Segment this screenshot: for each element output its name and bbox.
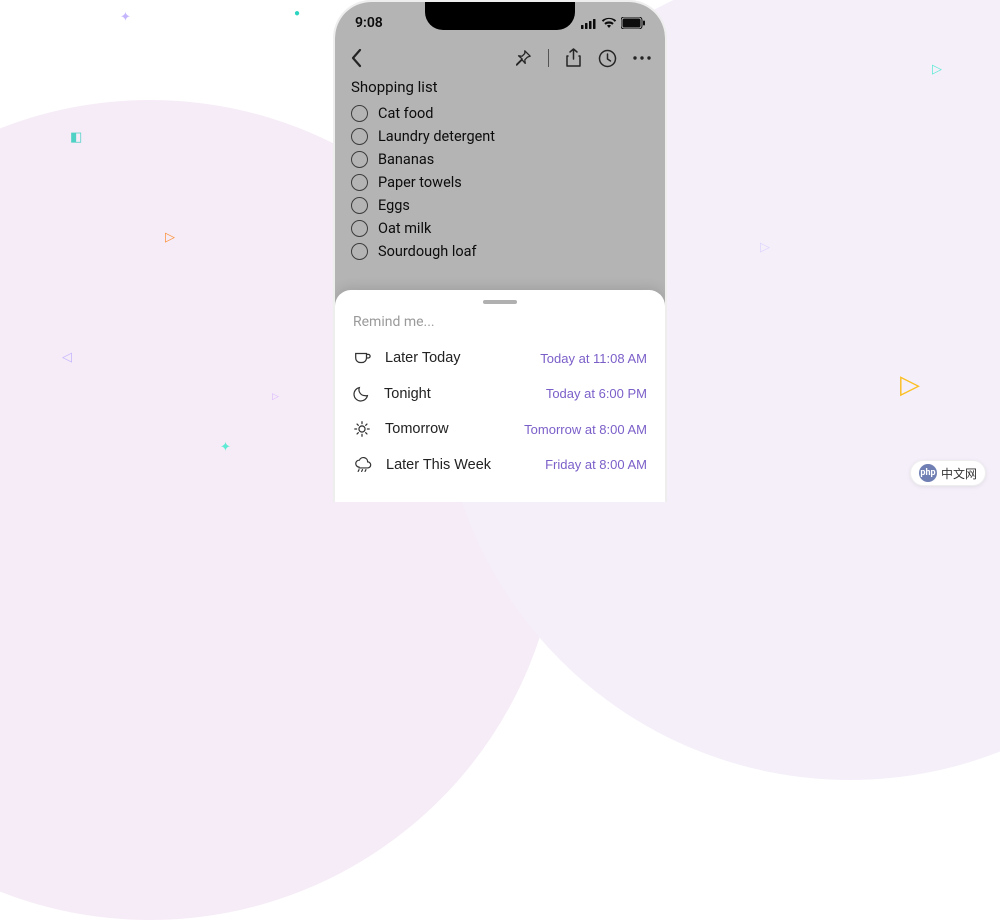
nav-divider <box>548 49 549 67</box>
sheet-grabber[interactable] <box>483 300 517 304</box>
checklist-item-label: Laundry detergent <box>378 128 495 145</box>
reminder-option-cloud[interactable]: Later This Week Friday at 8:00 AM <box>353 447 647 482</box>
device-notch <box>425 2 575 30</box>
checklist-item[interactable]: Sourdough loaf <box>351 240 649 263</box>
more-icon[interactable] <box>633 49 651 67</box>
checkbox-icon[interactable] <box>351 128 368 145</box>
cloud-icon <box>353 456 372 473</box>
history-icon[interactable] <box>598 49 617 68</box>
reminder-option-cup[interactable]: Later Today Today at 11:08 AM <box>353 340 647 376</box>
phone-frame: 9:08 <box>333 0 667 502</box>
reminder-option-label: Tonight <box>384 386 431 402</box>
note-content[interactable]: Shopping list Cat food Laundry detergent B… <box>335 74 665 265</box>
sun-icon <box>353 420 371 438</box>
checkbox-icon[interactable] <box>351 197 368 214</box>
reminder-option-label: Later This Week <box>386 457 491 473</box>
wifi-icon <box>601 17 617 29</box>
back-icon[interactable] <box>349 48 363 68</box>
reminder-sheet: Remind me... Later Today Today at 11:08 A… <box>335 290 665 502</box>
status-time: 9:08 <box>355 15 383 31</box>
watermark-badge: php 中文网 <box>910 460 986 486</box>
reminder-option-sun[interactable]: Tomorrow Tomorrow at 8:00 AM <box>353 411 647 447</box>
reminder-option-time: Today at 11:08 AM <box>540 351 647 366</box>
watermark-logo: php <box>919 464 937 482</box>
checklist-item-label: Eggs <box>378 197 410 214</box>
battery-icon <box>621 17 645 29</box>
reminder-option-time: Friday at 8:00 AM <box>545 457 647 472</box>
checklist-item-label: Oat milk <box>378 220 431 237</box>
cup-icon <box>353 349 371 367</box>
checklist-item-label: Paper towels <box>378 174 462 191</box>
checkbox-icon[interactable] <box>351 151 368 168</box>
checklist-item-label: Bananas <box>378 151 434 168</box>
checkbox-icon[interactable] <box>351 220 368 237</box>
checklist-item[interactable]: Bananas <box>351 148 649 171</box>
note-title: Shopping list <box>351 78 649 96</box>
checklist-item-label: Sourdough loaf <box>378 243 477 260</box>
checklist-item[interactable]: Paper towels <box>351 171 649 194</box>
checklist-item[interactable]: Eggs <box>351 194 649 217</box>
watermark-text: 中文网 <box>941 465 977 482</box>
moon-icon <box>353 385 370 402</box>
checklist-item[interactable]: Oat milk <box>351 217 649 240</box>
share-icon[interactable] <box>565 48 582 68</box>
signal-icon <box>581 18 597 29</box>
reminder-option-label: Tomorrow <box>385 421 449 437</box>
sheet-title: Remind me... <box>353 314 647 330</box>
checklist-item-label: Cat food <box>378 105 433 122</box>
checkbox-icon[interactable] <box>351 174 368 191</box>
reminder-option-moon[interactable]: Tonight Today at 6:00 PM <box>353 376 647 411</box>
reminder-option-time: Tomorrow at 8:00 AM <box>524 422 647 437</box>
checklist-item[interactable]: Laundry detergent <box>351 125 649 148</box>
checkbox-icon[interactable] <box>351 105 368 122</box>
reminder-option-time: Today at 6:00 PM <box>546 386 647 401</box>
pin-icon[interactable] <box>514 49 532 67</box>
checkbox-icon[interactable] <box>351 243 368 260</box>
reminder-option-label: Later Today <box>385 350 461 366</box>
checklist-item[interactable]: Cat food <box>351 102 649 125</box>
nav-bar <box>335 40 665 74</box>
